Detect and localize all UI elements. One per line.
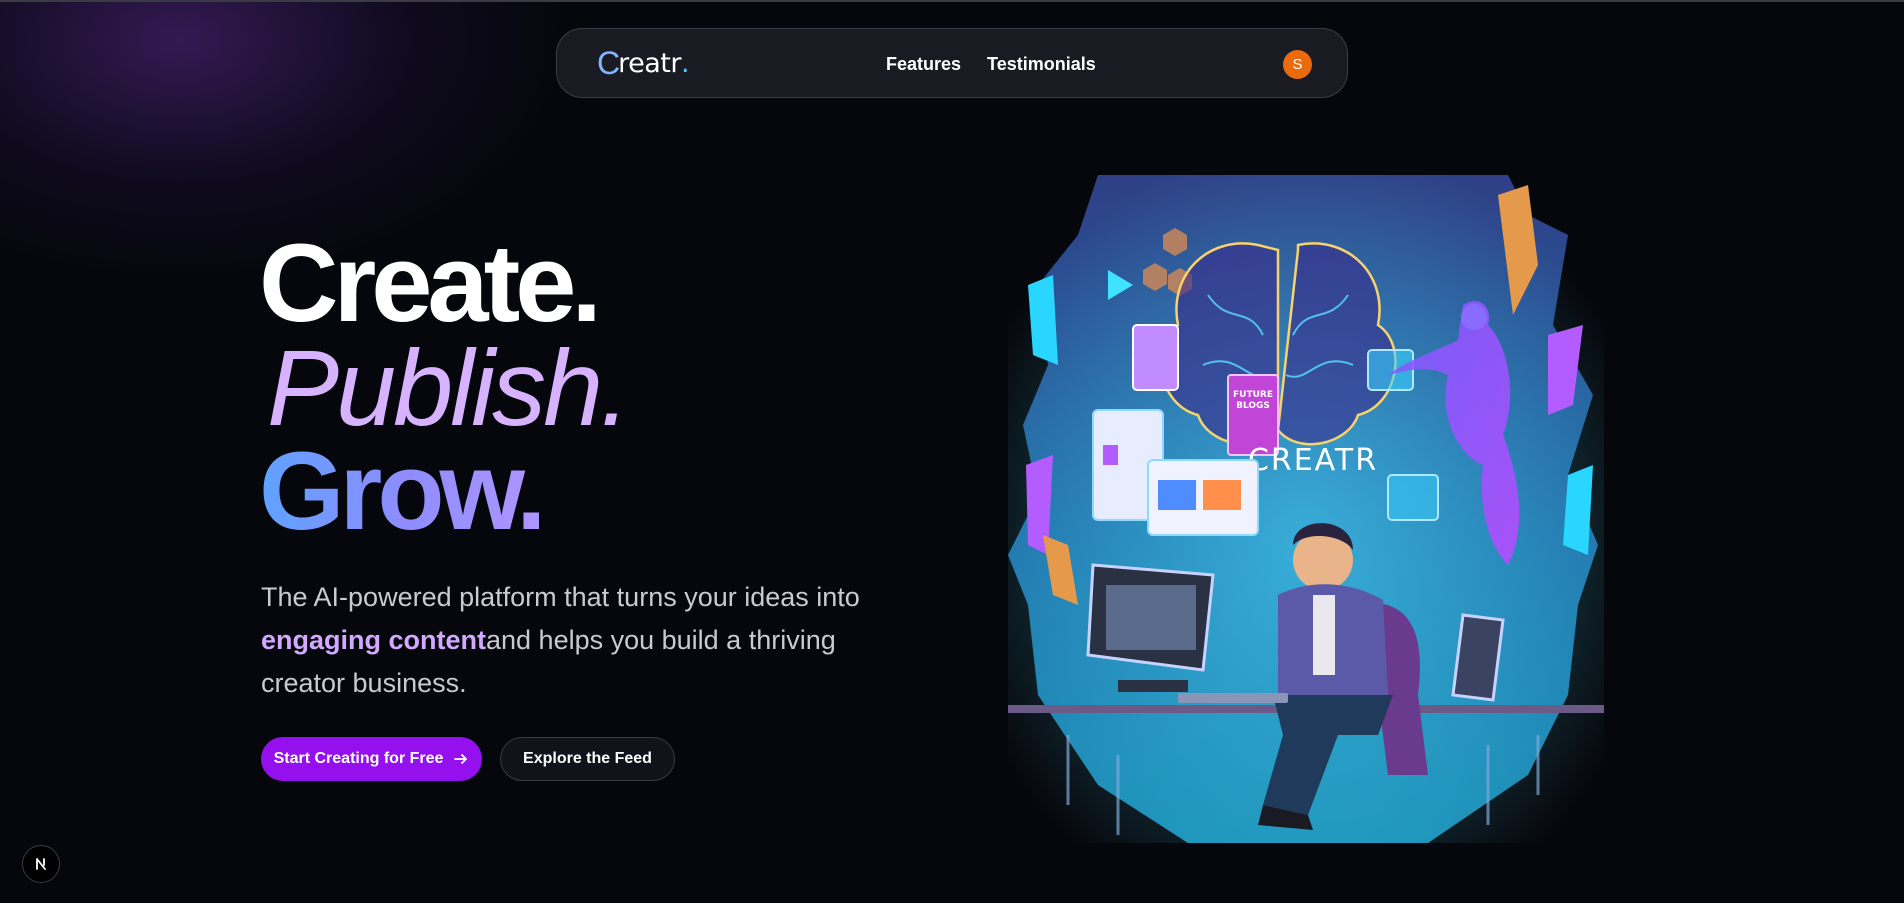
top-border: [0, 0, 1904, 2]
logo[interactable]: Creatr.: [597, 44, 690, 81]
illustration-brand-text: CREATR: [1248, 443, 1378, 478]
nav-link-features[interactable]: Features: [886, 54, 961, 75]
start-creating-button[interactable]: Start Creating for Free: [261, 737, 482, 781]
logo-text: reatr: [618, 47, 681, 79]
nav-links: Features Testimonials: [886, 29, 1096, 99]
hero-illustration: FUTURE BLOGS CREATR: [1008, 175, 1604, 843]
nav-link-testimonials[interactable]: Testimonials: [987, 54, 1096, 75]
book-text-1: FUTURE: [1233, 390, 1273, 400]
book-text-2: BLOGS: [1236, 401, 1270, 411]
headline-create: Create.: [259, 222, 602, 345]
next-logo-icon: [36, 858, 46, 870]
headline-grow: Grow.: [259, 437, 627, 547]
hero-headline: Create. Publish. Grow.: [259, 222, 630, 547]
explore-feed-label: Explore the Feed: [523, 750, 652, 767]
user-avatar[interactable]: S: [1283, 50, 1312, 79]
subtitle-part1: The AI-powered platform that turns your …: [261, 582, 860, 612]
start-creating-label: Start Creating for Free: [273, 750, 444, 767]
navbar: Creatr. Features Testimonials S: [556, 28, 1348, 98]
subtitle-highlight: engaging content: [261, 625, 486, 655]
next-logo-badge[interactable]: [22, 845, 60, 883]
page: Creatr. Features Testimonials S Create. …: [0, 0, 1904, 903]
explore-feed-button[interactable]: Explore the Feed: [500, 737, 675, 781]
arrow-right-icon: [454, 754, 468, 764]
headline-publish: Publish.: [267, 327, 630, 448]
logo-dot: .: [680, 47, 690, 79]
hero-subtitle: The AI-powered platform that turns your …: [261, 576, 911, 705]
logo-bulb-icon: C: [597, 44, 621, 81]
